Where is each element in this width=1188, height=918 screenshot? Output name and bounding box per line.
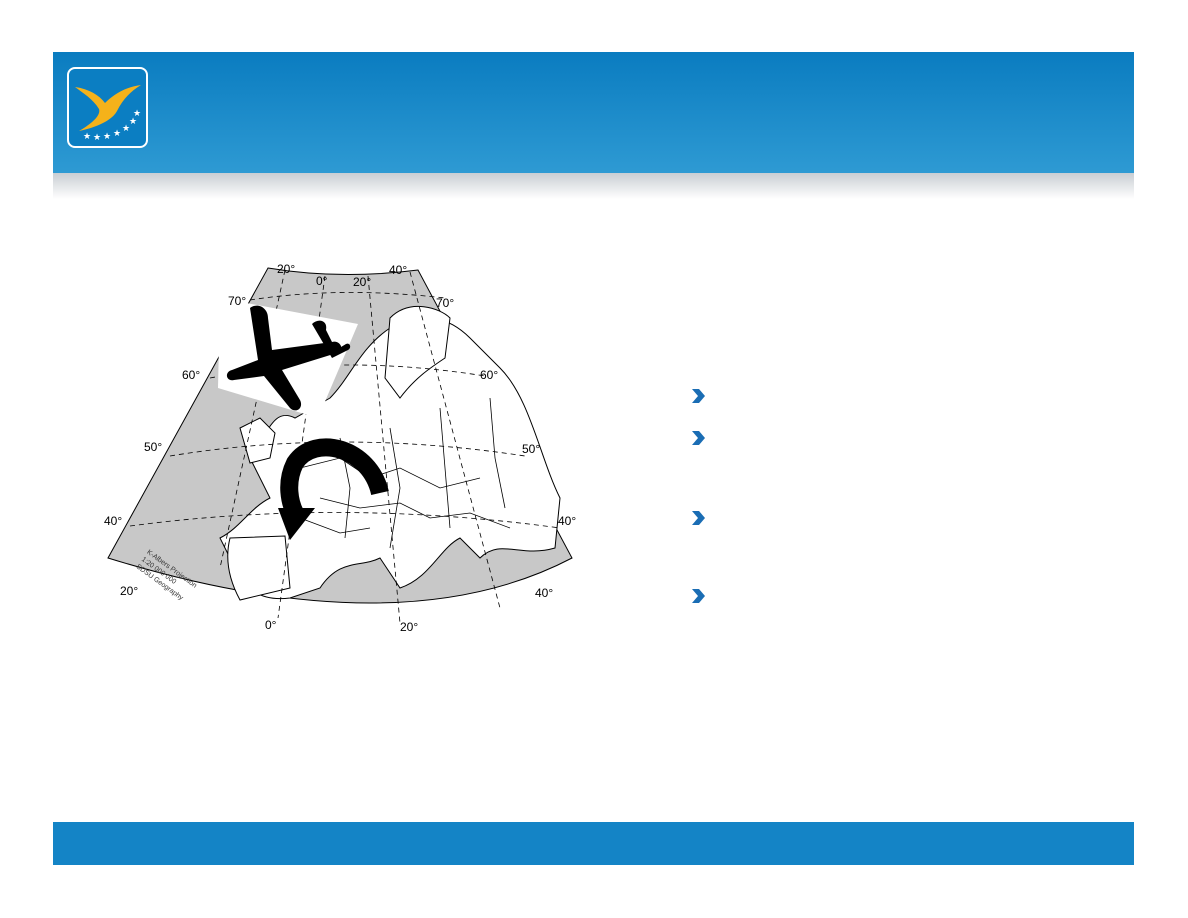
lon-label-top-20w: 20° — [277, 262, 296, 276]
chevron-right-icon — [692, 589, 705, 603]
chevron-right-icon — [692, 431, 705, 445]
lon-label-bottom-20e: 20° — [400, 620, 419, 634]
lat-label-right-50: 50° — [522, 442, 541, 456]
header-shadow — [53, 173, 1134, 199]
easa-logo: ★ ★ ★ ★ ★ ★ ★ — [67, 67, 148, 148]
lat-label-right-60: 60° — [480, 368, 499, 382]
svg-text:★: ★ — [93, 133, 101, 143]
lat-label-left-40: 40° — [104, 514, 123, 528]
lon-label-top-40e: 40° — [389, 263, 408, 277]
lon-label-bottom-0: 0° — [265, 618, 277, 632]
svg-text:★: ★ — [83, 132, 91, 142]
lat-label-left-60: 60° — [182, 368, 201, 382]
lon-label-top-0: 0° — [316, 274, 328, 288]
lon-label-top-20e: 20° — [353, 275, 372, 289]
svg-text:★: ★ — [103, 132, 111, 142]
header-banner: ★ ★ ★ ★ ★ ★ ★ — [53, 52, 1134, 173]
lat-label-left-70: 70° — [228, 294, 247, 308]
svg-text:★: ★ — [133, 109, 141, 119]
lat-label-right-70: 70° — [436, 296, 455, 310]
lat-label-right-40: 40° — [558, 514, 577, 528]
lat-label-left-50: 50° — [144, 440, 163, 454]
chevron-right-icon — [692, 389, 705, 403]
svg-text:★: ★ — [113, 129, 121, 139]
lon-label-bottom-40e: 40° — [535, 586, 554, 600]
chevron-right-icon — [692, 511, 705, 525]
lon-label-bottom-20w: 20° — [120, 584, 139, 598]
europe-map: 20° 0° 20° 40° 70° 60° 50° 40° 70° 60° 5… — [100, 258, 590, 634]
bird-logo-icon: ★ ★ ★ ★ ★★★ — [75, 85, 141, 143]
footer-bar — [53, 822, 1134, 865]
